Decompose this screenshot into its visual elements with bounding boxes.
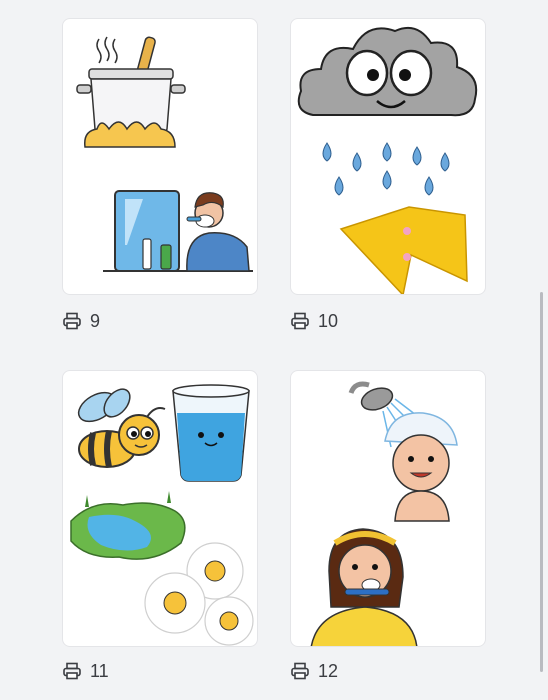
lightning-bolt-icon bbox=[339, 206, 468, 294]
daisies-icon bbox=[144, 542, 254, 646]
activity-card-9[interactable] bbox=[62, 18, 258, 295]
girl-brushing-teeth-icon bbox=[310, 528, 418, 646]
man-shaving-icon bbox=[103, 190, 253, 272]
printer-icon[interactable] bbox=[62, 312, 82, 330]
scrollbar[interactable] bbox=[540, 292, 543, 672]
page-number: 11 bbox=[90, 660, 109, 681]
cooking-pot-icon bbox=[76, 36, 186, 148]
card-illustration-9 bbox=[76, 36, 253, 272]
rain-cloud-icon bbox=[297, 27, 478, 117]
raindrops-icon bbox=[322, 142, 450, 196]
steam-icon bbox=[96, 36, 118, 64]
glass-of-water-icon bbox=[172, 384, 250, 482]
page-caption-10: 10 bbox=[290, 310, 338, 332]
page-caption-11: 11 bbox=[62, 660, 109, 682]
activity-card-12[interactable] bbox=[290, 370, 486, 647]
printer-icon[interactable] bbox=[290, 312, 310, 330]
bee-icon bbox=[77, 388, 166, 468]
card-illustration-11 bbox=[70, 384, 254, 646]
river-icon bbox=[70, 491, 186, 560]
page-number: 9 bbox=[90, 310, 101, 331]
card-illustration-12 bbox=[310, 381, 458, 646]
printer-icon[interactable] bbox=[290, 662, 310, 680]
activity-card-11[interactable] bbox=[62, 370, 258, 647]
card-illustration-10 bbox=[297, 27, 478, 294]
page-number: 12 bbox=[318, 660, 339, 681]
activity-card-10[interactable] bbox=[290, 18, 486, 295]
page-caption-9: 9 bbox=[62, 310, 100, 332]
printer-icon[interactable] bbox=[62, 662, 82, 680]
child-showering-icon bbox=[348, 381, 458, 522]
page-caption-12: 12 bbox=[290, 660, 338, 682]
page-number: 10 bbox=[318, 310, 339, 331]
